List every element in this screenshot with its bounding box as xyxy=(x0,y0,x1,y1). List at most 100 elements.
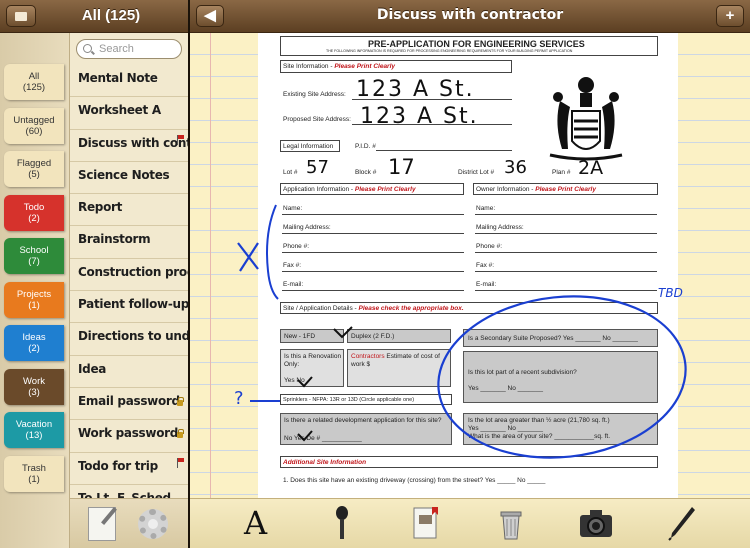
list-item[interactable]: Todo for trip xyxy=(70,453,188,485)
lot-area-yes-no: Yes _______ No _______ xyxy=(468,425,543,432)
applicant-field-label: Name: xyxy=(283,205,303,212)
note-title-label: Idea xyxy=(78,361,107,376)
camera-icon[interactable] xyxy=(578,505,614,541)
owner-field-label: Phone #: xyxy=(476,243,503,250)
note-title-label: Brainstorm xyxy=(78,232,151,247)
note-title-label: Todo for trip xyxy=(78,458,158,473)
tab-vacation[interactable]: Vacation (13) xyxy=(4,412,64,448)
lock-icon xyxy=(177,396,184,406)
owner-field-label: E-mail: xyxy=(476,281,497,288)
tab-label: Ideas xyxy=(22,332,46,343)
list-item[interactable]: Report xyxy=(70,194,188,227)
tab-todo[interactable]: Todo (2) xyxy=(4,194,64,231)
tab-label: Projects xyxy=(16,288,52,300)
field-line xyxy=(475,214,657,215)
proposed-address-value: 123 A St. xyxy=(360,104,479,129)
tab-count: (3) xyxy=(28,386,40,398)
additional-info-label: Additional Site Information xyxy=(283,459,367,466)
left-toolbar: All (125) xyxy=(0,0,188,33)
list-item[interactable]: Directions to unde... xyxy=(70,323,188,356)
tags-button[interactable] xyxy=(6,5,36,27)
note-title-label: Construction progr... xyxy=(78,264,188,279)
note-toolbar: ◀ Discuss with contractor + xyxy=(190,0,750,33)
applicant-field-label: Phone #: xyxy=(283,243,310,250)
form-heading: PRE-APPLICATION FOR ENGINEERING SERVICES xyxy=(368,39,585,49)
note-title-label: To Lt. F. Sched... xyxy=(78,490,184,498)
lot-area-label: Is the lot area greater than ½ acre (21,… xyxy=(468,417,610,424)
list-item[interactable]: Science Notes xyxy=(70,162,188,195)
field-line xyxy=(282,233,464,234)
field-line xyxy=(282,214,464,215)
add-note-button[interactable]: + xyxy=(716,5,744,27)
note-title-label: Discuss with contr... xyxy=(78,135,188,150)
list-item[interactable]: Brainstorm xyxy=(70,226,188,259)
search-placeholder: Search xyxy=(99,43,134,55)
tab-count: (2) xyxy=(28,212,40,224)
tab-ideas[interactable]: Ideas (2) xyxy=(4,325,64,361)
list-item[interactable]: Patient follow-up xyxy=(70,291,188,324)
microphone-icon[interactable] xyxy=(332,505,352,541)
existing-address-value: 123 A St. xyxy=(356,77,475,102)
list-item[interactable]: Email password xyxy=(70,388,188,421)
search-input[interactable]: Search xyxy=(76,39,182,59)
list-item[interactable]: Idea xyxy=(70,356,188,388)
scanned-form[interactable]: PRE-APPLICATION FOR ENGINEERING SERVICES… xyxy=(258,33,678,498)
subdivision-box xyxy=(463,351,658,403)
tab-all[interactable]: All (125) xyxy=(4,64,64,100)
list-item[interactable]: Worksheet A xyxy=(70,97,188,130)
trash-icon[interactable] xyxy=(498,505,524,541)
tab-label: Untagged xyxy=(13,114,55,126)
subdivision-yes-no: Yes _______ No _______ xyxy=(468,385,543,392)
tab-school[interactable]: School (7) xyxy=(4,238,64,274)
applicant-info-label: Application Information - Please Print C… xyxy=(283,186,416,193)
note-title-label: Directions to unde... xyxy=(78,329,188,344)
tab-flagged[interactable]: Flagged (5) xyxy=(4,151,64,187)
search-icon xyxy=(83,44,92,53)
tab-work[interactable]: Work (3) xyxy=(4,368,64,405)
note-title-label: Work password xyxy=(78,426,179,441)
note-title-label: Mental Note xyxy=(78,71,158,85)
owner-field-label: Fax #: xyxy=(476,262,495,269)
field-line xyxy=(475,271,657,272)
list-item[interactable]: Construction progr... xyxy=(70,259,188,292)
back-button[interactable]: ◀ xyxy=(196,5,224,27)
tab-projects[interactable]: Projects (1) xyxy=(4,281,64,318)
field-line xyxy=(282,252,464,253)
tab-count: (7) xyxy=(28,256,40,267)
existing-address-label: Existing Site Address: xyxy=(283,91,346,98)
proposed-address-label: Proposed Site Address: xyxy=(283,116,351,123)
new-1fd-label: New - 1FD xyxy=(284,333,316,340)
tag-tabs: All (125) Untagged (60) Flagged (5) Todo (2) Sch… xyxy=(0,33,70,548)
list-item[interactable]: Mental Note xyxy=(70,65,188,98)
list-title: All (125) xyxy=(81,7,141,24)
compose-icon[interactable] xyxy=(88,507,116,541)
list-item[interactable]: Work password xyxy=(70,420,188,453)
text-tool-icon[interactable]: A xyxy=(244,505,274,541)
renovation-yes-no: Yes No xyxy=(284,377,305,384)
renovation-label: Is this a Renovation Only: xyxy=(284,353,342,368)
flag-icon xyxy=(177,457,185,468)
related-dev-yes-no: No Yes De # ___________ xyxy=(284,435,362,442)
notebook-icon[interactable] xyxy=(412,505,440,541)
list-item[interactable]: To Lt. F. Sched... xyxy=(70,485,188,498)
note-title-label: Patient follow-up xyxy=(78,297,188,312)
related-dev-label: Is there a related development applicati… xyxy=(284,417,442,424)
tab-trash[interactable]: Trash (1) xyxy=(4,455,64,492)
site-area-label: What is the area of your site? _________… xyxy=(468,433,611,440)
lot-label: Lot # xyxy=(283,169,298,176)
tab-label: Trash xyxy=(22,462,46,474)
plan-label: Plan # xyxy=(552,169,571,176)
gear-icon[interactable] xyxy=(138,509,168,539)
field-line xyxy=(282,271,464,272)
list-item[interactable]: Discuss with contr... xyxy=(70,130,188,162)
note-bottom-toolbar: A xyxy=(190,498,750,548)
estimate-label: Contractors Estimate of cost of work $ xyxy=(351,353,440,368)
tab-count: (1) xyxy=(28,299,40,311)
tab-label: Flagged xyxy=(16,158,52,169)
applicant-field-label: Mailing Address: xyxy=(283,224,331,231)
legal-info-label: Legal Information xyxy=(283,143,334,150)
pen-icon[interactable] xyxy=(668,505,696,541)
tab-untagged[interactable]: Untagged (60) xyxy=(4,107,64,144)
tab-label: Work xyxy=(23,375,45,387)
secondary-suite-label: Is a Secondary Suite Proposed? Yes _____… xyxy=(468,335,638,342)
